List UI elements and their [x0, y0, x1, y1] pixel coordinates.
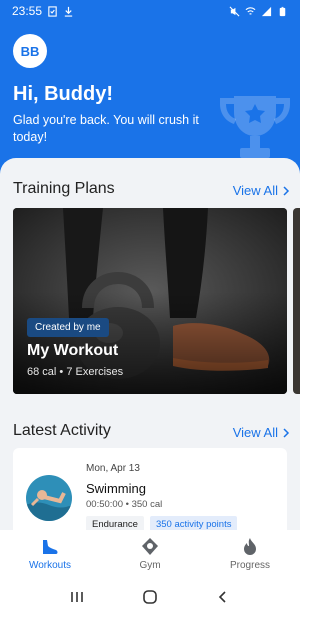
tab-label: Workouts [28, 559, 72, 571]
tab-gym[interactable]: Gym [100, 530, 200, 577]
location-icon [142, 537, 158, 555]
greeting-subtext: Glad you're back. You will crush it toda… [13, 113, 199, 144]
activity-meta: 00:50:00 • 350 cal [86, 499, 163, 510]
status-time: 23:55 [12, 4, 43, 18]
trophy-icon [220, 96, 290, 158]
status-bar: 23:55 [0, 0, 300, 22]
system-nav-bar [0, 577, 300, 617]
view-all-label: View All [232, 183, 278, 198]
activity-title: Swimming [86, 481, 146, 496]
training-plan-card[interactable]: Created by me My Workout 68 cal • 7 Exer… [13, 208, 287, 394]
greeting-title: Hi, Buddy! [13, 83, 113, 105]
recents-icon [70, 592, 83, 602]
swimmer-photo [26, 475, 72, 521]
latest-activity-title: Latest Activity [13, 422, 111, 439]
back-button[interactable] [203, 582, 243, 612]
tab-progress[interactable]: Progress [200, 530, 300, 577]
activity-card[interactable]: Mon, Apr 13 Swimming 00:50:00 • 350 cal … [13, 448, 287, 530]
tab-workouts[interactable]: Workouts [0, 530, 100, 577]
recents-button[interactable] [57, 582, 97, 612]
training-plans-title: Training Plans [13, 180, 115, 197]
view-all-label: View All [232, 425, 278, 440]
chevron-right-icon [283, 427, 290, 438]
checklist-icon [48, 5, 57, 17]
content-sheet: Training Plans View All Created by me My… [0, 158, 300, 530]
back-icon [219, 591, 226, 603]
tab-label: Gym [139, 559, 161, 571]
signal-icon [261, 6, 272, 16]
created-by-me-badge: Created by me [27, 318, 109, 337]
activity-points-tag: 350 activity points [149, 516, 238, 530]
mute-icon [229, 6, 240, 16]
header: 23:55 BB Hi, Buddy! Glad you're back. Yo… [0, 0, 300, 176]
download-icon [64, 6, 73, 17]
battery-icon [279, 6, 286, 16]
bottom-tab-bar: Workouts Gym Progress [0, 530, 300, 577]
tab-label: Progress [229, 559, 270, 571]
plan-meta: 68 cal • 7 Exercises [27, 366, 124, 378]
training-plans-view-all[interactable]: View All [233, 183, 290, 198]
activity-tag: Endurance [86, 516, 144, 530]
avatar[interactable]: BB [13, 34, 47, 68]
home-icon [143, 590, 157, 604]
home-button[interactable] [130, 582, 170, 612]
chevron-right-icon [283, 185, 290, 196]
activity-date: Mon, Apr 13 [86, 463, 140, 474]
next-plan-card[interactable] [293, 208, 300, 394]
flame-icon [244, 537, 256, 555]
shoe-icon [43, 539, 58, 554]
latest-activity-view-all[interactable]: View All [233, 425, 290, 440]
plan-name: My Workout [27, 342, 119, 359]
wifi-icon [245, 6, 256, 15]
